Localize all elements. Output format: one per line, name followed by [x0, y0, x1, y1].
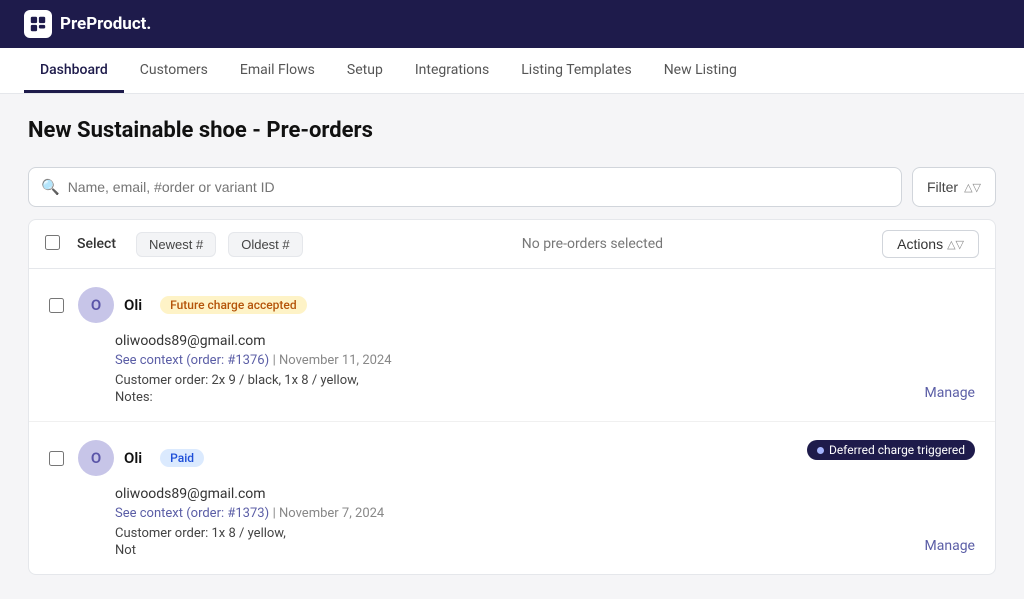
page-title: New Sustainable shoe - Pre-orders [28, 118, 996, 143]
filter-button[interactable]: Filter △▽ [912, 167, 996, 207]
nav-item-integrations[interactable]: Integrations [399, 48, 505, 93]
deferred-dot-icon [817, 447, 824, 454]
select-all-checkbox-col[interactable] [45, 235, 65, 254]
order-notes: Notes: [115, 390, 975, 405]
table-header: Select Newest # Oldest # No pre-orders s… [28, 219, 996, 269]
app-name: PreProduct. [60, 14, 151, 34]
order-date: | November 7, 2024 [273, 506, 385, 521]
search-input[interactable] [68, 179, 889, 195]
filter-chevron-icon: △▽ [964, 181, 981, 194]
nav-item-email-flows[interactable]: Email Flows [224, 48, 331, 93]
manage-link[interactable]: Manage [925, 538, 975, 554]
nav-item-dashboard[interactable]: Dashboard [24, 48, 124, 93]
main-nav: Dashboard Customers Email Flows Setup In… [0, 48, 1024, 94]
order-details: oliwoods89@gmail.com See context (order:… [115, 333, 975, 405]
avatar: O [78, 440, 114, 476]
select-all-checkbox[interactable] [45, 235, 60, 250]
search-box: 🔍 [28, 167, 902, 207]
order-notes: Not [115, 543, 975, 558]
customer-name: Oli [124, 296, 142, 314]
deferred-badge-area: Deferred charge triggered [807, 440, 975, 460]
no-selection-text: No pre-orders selected [315, 236, 871, 252]
status-badge: Paid [160, 449, 204, 467]
actions-label: Actions [897, 236, 943, 252]
nav-item-setup[interactable]: Setup [331, 48, 399, 93]
page-content: New Sustainable shoe - Pre-orders 🔍 Filt… [0, 94, 1024, 599]
actions-button[interactable]: Actions △▽ [882, 230, 979, 258]
topbar: PreProduct. [0, 0, 1024, 48]
order-email: oliwoods89@gmail.com [115, 333, 975, 349]
order-link-row: See context (order: #1373) | November 7,… [115, 505, 975, 521]
order-date: | November 11, 2024 [273, 353, 392, 368]
manage-link[interactable]: Manage [925, 385, 975, 401]
deferred-label: Deferred charge triggered [829, 443, 965, 457]
nav-item-new-listing[interactable]: New Listing [648, 48, 753, 93]
order-checkbox[interactable] [49, 451, 64, 466]
order-items: Customer order: 1x 8 / yellow, [115, 526, 975, 541]
order-details: oliwoods89@gmail.com See context (order:… [115, 486, 975, 558]
order-email: oliwoods89@gmail.com [115, 486, 975, 502]
customer-name: Oli [124, 449, 142, 467]
status-badge: Future charge accepted [160, 296, 306, 314]
order-top-row: O Oli Future charge accepted [49, 287, 975, 323]
avatar: O [78, 287, 114, 323]
actions-chevron-icon: △▽ [947, 238, 964, 251]
order-context-link[interactable]: See context (order: #1376) [115, 353, 269, 368]
nav-item-listing-templates[interactable]: Listing Templates [505, 48, 647, 93]
search-icon: 🔍 [41, 178, 60, 196]
order-card: O Oli Future charge accepted oliwoods89@… [29, 269, 995, 422]
filter-label: Filter [927, 179, 958, 195]
app-logo: PreProduct. [24, 10, 151, 38]
sort-newest-button[interactable]: Newest # [136, 232, 216, 257]
sort-oldest-button[interactable]: Oldest # [228, 232, 302, 257]
order-card: O Oli Paid Deferred charge triggered oli… [29, 422, 995, 574]
select-label: Select [77, 236, 116, 252]
orders-list: O Oli Future charge accepted oliwoods89@… [28, 269, 996, 575]
order-context-link[interactable]: See context (order: #1373) [115, 506, 269, 521]
order-items: Customer order: 2x 9 / black, 1x 8 / yel… [115, 373, 975, 388]
search-row: 🔍 Filter △▽ [28, 167, 996, 207]
order-link-row: See context (order: #1376) | November 11… [115, 352, 975, 368]
nav-item-customers[interactable]: Customers [124, 48, 224, 93]
order-checkbox[interactable] [49, 298, 64, 313]
deferred-badge: Deferred charge triggered [807, 440, 975, 460]
logo-icon [24, 10, 52, 38]
